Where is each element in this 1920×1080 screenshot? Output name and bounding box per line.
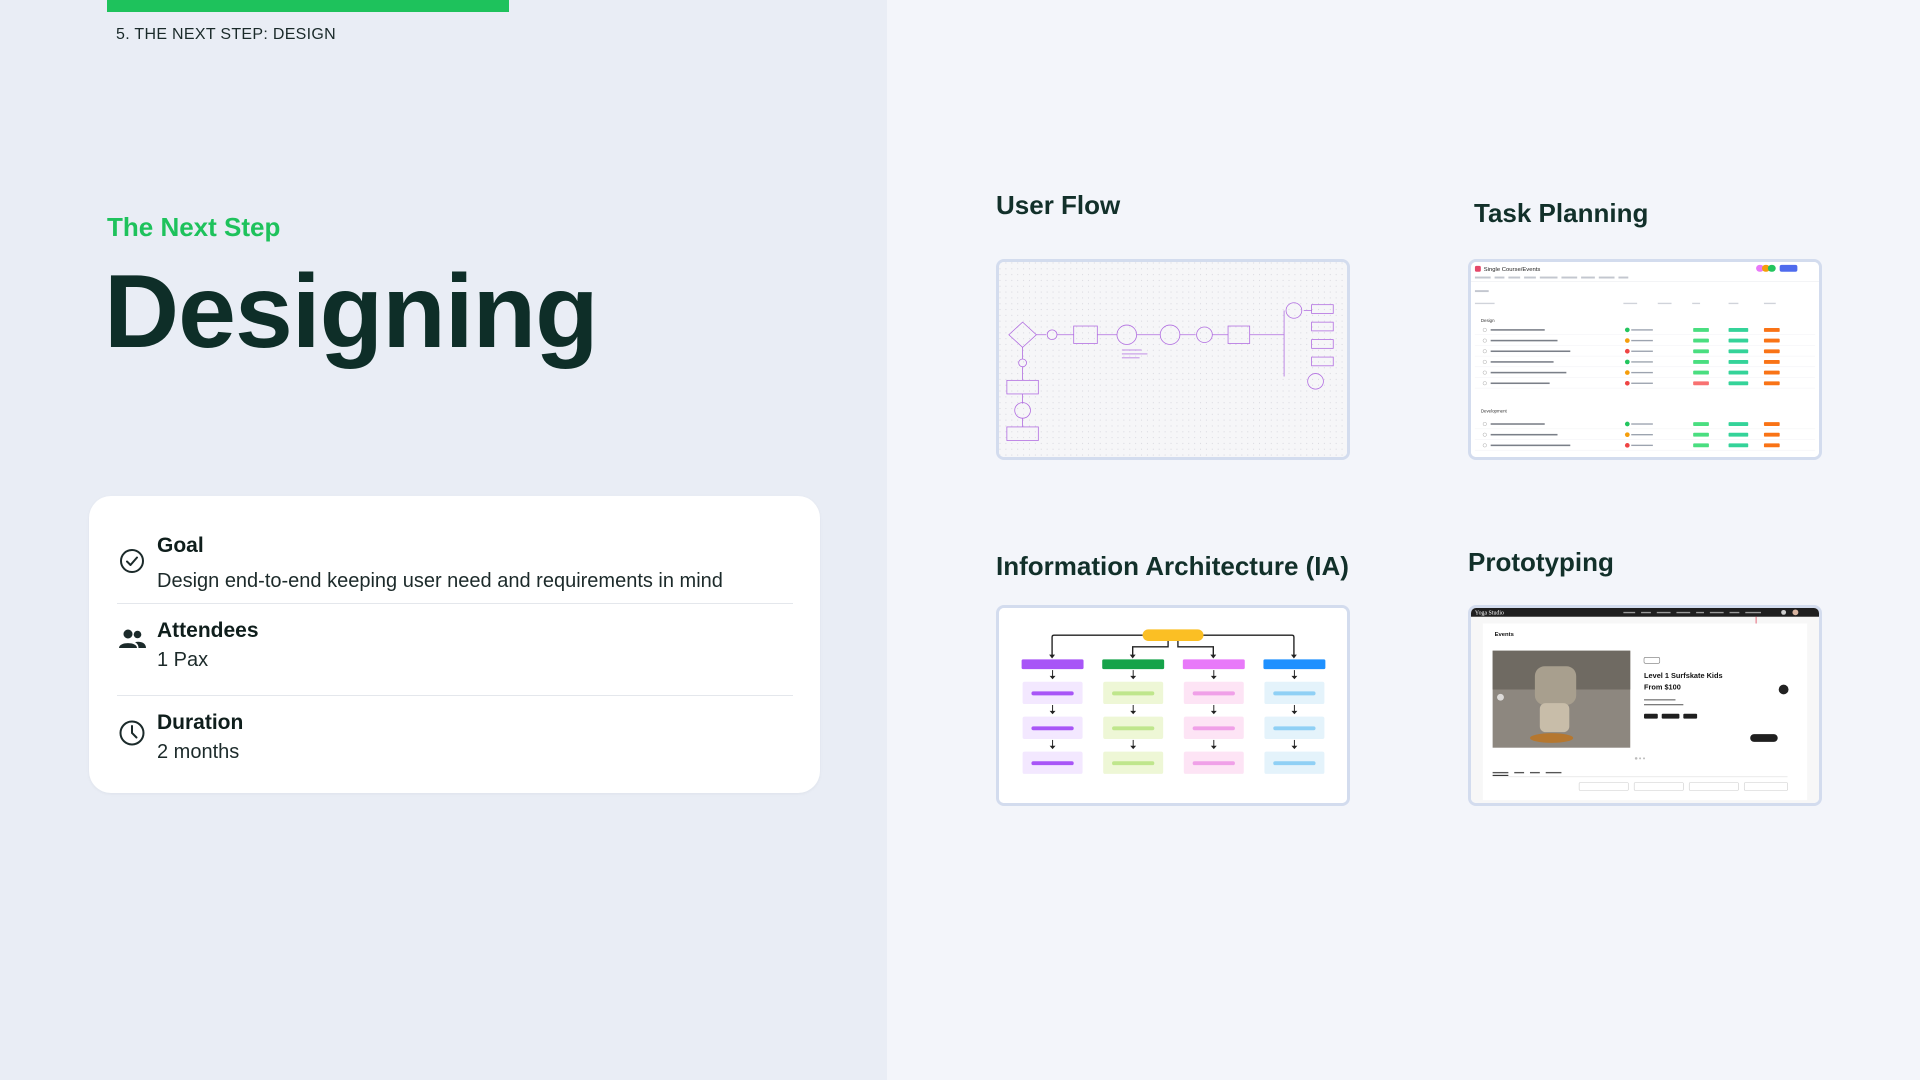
duration-value: 2 months	[157, 741, 240, 763]
attendees-row: Attendees 1 Pax	[117, 604, 793, 696]
clock-icon	[117, 718, 147, 748]
section-label: 5. THE NEXT STEP: DESIGN	[116, 26, 336, 43]
duration-title: Duration	[157, 711, 244, 734]
page-title: Designing	[104, 254, 599, 370]
goal-title: Goal	[157, 534, 204, 557]
task-planning-title: Task Planning	[1474, 198, 1649, 228]
task-project-name: Single Course/Events	[1484, 267, 1541, 273]
info-card: Goal Design end-to-end keeping user need…	[89, 496, 820, 793]
check-circle-icon	[117, 546, 147, 576]
eyebrow-text: The Next Step	[107, 212, 281, 242]
user-flow-thumbnail[interactable]	[996, 259, 1350, 460]
ia-title: Information Architecture (IA)	[996, 551, 1349, 581]
user-flow-title: User Flow	[996, 190, 1121, 220]
prototyping-thumbnail[interactable]: Yoga Studio Events Level 1 Surfskate Kid…	[1468, 605, 1822, 806]
attendees-value: 1 Pax	[157, 649, 209, 671]
prototyping-title: Prototyping	[1468, 547, 1614, 577]
task-group-design: Design	[1481, 318, 1495, 323]
goal-description: Design end-to-end keeping user need and …	[157, 570, 723, 592]
proto-event-title: Level 1 Surfskate Kids	[1644, 671, 1723, 680]
proto-section: Events	[1495, 632, 1515, 638]
task-planning-thumbnail[interactable]: Single Course/Events Design Development	[1468, 259, 1822, 460]
right-panel	[887, 0, 1920, 1080]
proto-event-price: From $100	[1644, 683, 1681, 692]
duration-row: Duration 2 months	[117, 696, 793, 776]
goal-row: Goal Design end-to-end keeping user need…	[117, 526, 793, 604]
proto-brand: Yoga Studio	[1475, 610, 1504, 616]
ia-thumbnail[interactable]	[996, 605, 1350, 806]
task-group-development: Development	[1481, 408, 1508, 413]
attendees-title: Attendees	[157, 619, 259, 642]
accent-bar	[107, 0, 509, 12]
people-icon	[117, 624, 147, 654]
